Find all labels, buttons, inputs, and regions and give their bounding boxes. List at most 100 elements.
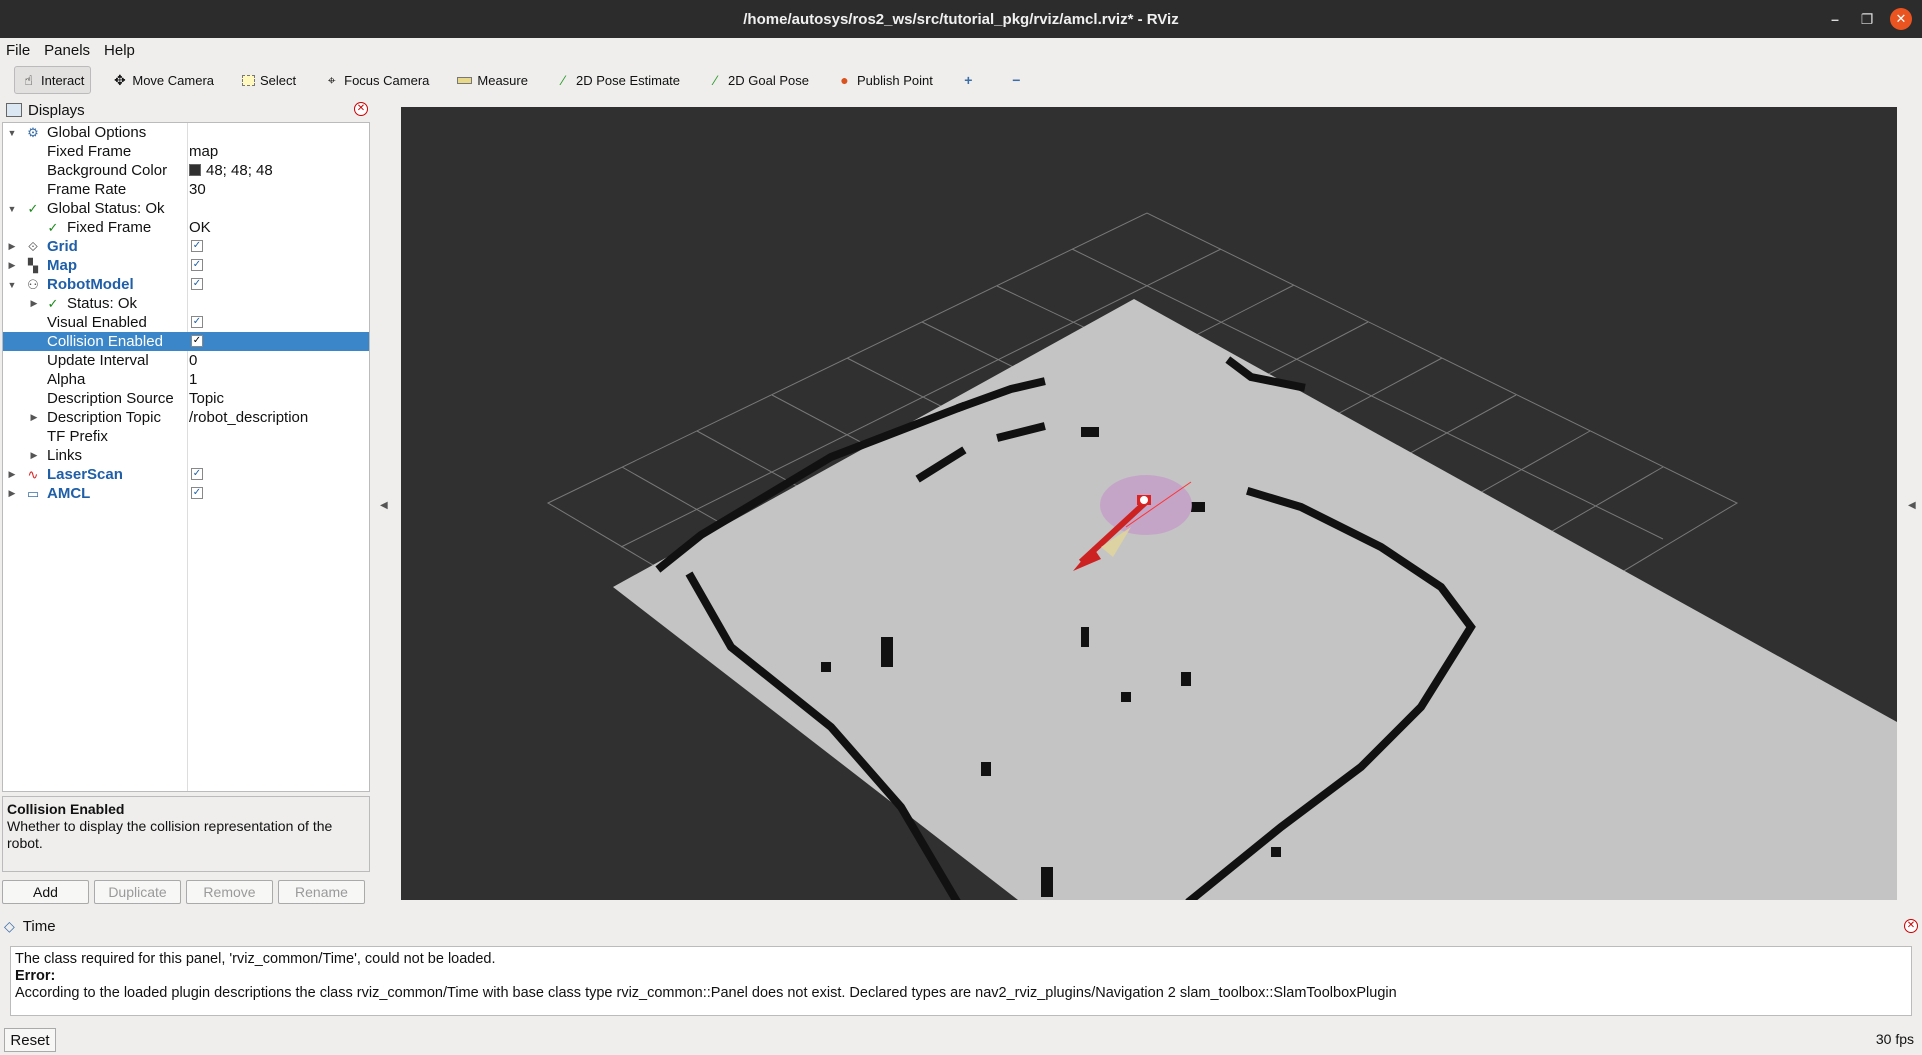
map-pin-icon: ● (840, 71, 849, 88)
tree-row-alpha[interactable]: Alpha 1 (3, 370, 369, 389)
description-title: Collision Enabled (7, 801, 125, 817)
green-arrow-icon: ⁄ (714, 71, 717, 88)
fps-counter: 30 fps (1875, 1031, 1914, 1047)
tree-row-status-fixed-frame[interactable]: ✓ Fixed Frame OK (3, 218, 369, 237)
displays-header: Displays ✕ (2, 100, 370, 120)
tree-row-robot-model[interactable]: ▼ ⚇ RobotModel ✓ (3, 275, 369, 294)
visual-enabled-checkbox[interactable]: ✓ (191, 316, 203, 328)
chevron-down-icon[interactable]: ▼ (7, 128, 17, 138)
menu-bar: File Panels Help (0, 38, 1922, 62)
maximize-icon[interactable]: ❐ (1856, 8, 1878, 30)
tree-row-background-color[interactable]: Background Color 48; 48; 48 (3, 161, 369, 180)
plus-icon: + (964, 71, 973, 88)
minus-icon: − (1012, 71, 1021, 88)
chevron-right-icon[interactable]: ▶ (29, 298, 39, 309)
remove-tool-button[interactable]: − (1002, 66, 1036, 94)
select-button[interactable]: Select (235, 66, 303, 94)
chevron-right-icon[interactable]: ▶ (29, 450, 39, 461)
robot-icon: ⚇ (27, 276, 39, 292)
remove-button[interactable]: Remove (186, 880, 273, 904)
focus-icon: ⌖ (327, 71, 336, 88)
duplicate-button[interactable]: Duplicate (94, 880, 181, 904)
robot-model-checkbox[interactable]: ✓ (191, 278, 203, 290)
window-title: /home/autosys/ros2_ws/src/tutorial_pkg/r… (743, 10, 1179, 28)
focus-camera-button[interactable]: ⌖ Focus Camera (317, 66, 436, 94)
tree-row-fixed-frame[interactable]: Fixed Frame map (3, 142, 369, 161)
time-panel-message: The class required for this panel, 'rviz… (15, 951, 496, 967)
chevron-right-icon[interactable]: ▶ (7, 488, 17, 499)
tree-row-frame-rate[interactable]: Frame Rate 30 (3, 180, 369, 199)
tree-row-collision-enabled[interactable]: Collision Enabled ✓ (3, 332, 369, 351)
color-swatch (189, 164, 201, 176)
error-message: According to the loaded plugin descripti… (15, 985, 1397, 1001)
ruler-icon (457, 76, 473, 84)
tree-row-links[interactable]: ▶ Links (3, 446, 369, 465)
tree-row-laser-scan[interactable]: ▶ ∿ LaserScan ✓ (3, 465, 369, 484)
map-icon: ▚ (28, 257, 38, 273)
tree-row-tf-prefix[interactable]: TF Prefix (3, 427, 369, 446)
3d-viewport[interactable] (401, 107, 1897, 900)
tree-row-amcl[interactable]: ▶ ▭ AMCL ✓ (3, 484, 369, 503)
collapse-right-icon[interactable]: ◀ (1908, 500, 1916, 511)
check-icon: ✓ (47, 295, 59, 311)
property-description: Collision Enabled Whether to display the… (2, 796, 370, 872)
tree-row-global-status[interactable]: ▼ ✓ Global Status: Ok (3, 199, 369, 218)
rename-button[interactable]: Rename (278, 880, 365, 904)
menu-file[interactable]: File (6, 42, 30, 59)
chevron-right-icon[interactable]: ▶ (7, 260, 17, 271)
menu-panels[interactable]: Panels (44, 42, 90, 59)
displays-tree: ▼ ⚙ Global Options Fixed Frame map Backg… (2, 122, 370, 792)
hand-icon: ☝ (24, 71, 33, 88)
add-button[interactable]: Add (2, 880, 89, 904)
tree-row-grid[interactable]: ▶ ⟐ Grid ✓ (3, 237, 369, 256)
displays-panel: Displays ✕ ▼ ⚙ Global Options Fixed Fram… (2, 100, 370, 910)
description-text: Whether to display the collision represe… (7, 818, 333, 851)
tree-row-description-topic[interactable]: ▶ Description Topic /robot_description (3, 408, 369, 427)
collision-enabled-checkbox[interactable]: ✓ (191, 335, 203, 347)
close-icon[interactable]: ✕ (1904, 919, 1918, 933)
chevron-right-icon[interactable]: ▶ (7, 241, 17, 252)
amcl-checkbox[interactable]: ✓ (191, 487, 203, 499)
collapse-left-icon[interactable]: ◀ (380, 500, 388, 511)
pose-estimate-button[interactable]: ⁄ 2D Pose Estimate (549, 66, 687, 94)
tree-row-rm-status[interactable]: ▶ ✓ Status: Ok (3, 294, 369, 313)
minimize-icon[interactable]: – (1824, 8, 1846, 30)
chevron-right-icon[interactable]: ▶ (29, 412, 39, 423)
chevron-down-icon[interactable]: ▼ (7, 204, 17, 214)
tree-row-description-source[interactable]: Description Source Topic (3, 389, 369, 408)
add-tool-button[interactable]: + (954, 66, 988, 94)
select-icon (242, 74, 255, 86)
displays-buttons: Add Duplicate Remove Rename (2, 880, 370, 904)
tree-row-global-options[interactable]: ▼ ⚙ Global Options (3, 123, 369, 142)
interact-button[interactable]: ☝ Interact (14, 66, 92, 94)
move-camera-button[interactable]: ✥ Move Camera (105, 66, 221, 94)
close-icon[interactable]: ✕ (354, 102, 368, 116)
time-panel-body: The class required for this panel, 'rviz… (10, 946, 1912, 1016)
menu-help[interactable]: Help (104, 42, 135, 59)
goal-pose-button[interactable]: ⁄ 2D Goal Pose (701, 66, 816, 94)
close-icon[interactable]: ✕ (1890, 8, 1912, 30)
scene-render (401, 107, 1897, 900)
reset-button[interactable]: Reset (4, 1028, 56, 1052)
tree-row-update-interval[interactable]: Update Interval 0 (3, 351, 369, 370)
monitor-icon (6, 103, 22, 117)
chevron-right-icon[interactable]: ▶ (7, 469, 17, 480)
check-icon: ✓ (27, 200, 39, 216)
window-titlebar: /home/autosys/ros2_ws/src/tutorial_pkg/r… (0, 0, 1922, 38)
tree-row-visual-enabled[interactable]: Visual Enabled ✓ (3, 313, 369, 332)
laser-icon: ∿ (27, 466, 39, 482)
grid-icon: ⟐ (27, 238, 39, 254)
folder-icon: ▭ (26, 485, 40, 501)
chevron-down-icon[interactable]: ▼ (7, 280, 17, 290)
gear-icon: ⚙ (27, 124, 39, 140)
measure-button[interactable]: Measure (450, 66, 535, 94)
toolbar: ☝ Interact ✥ Move Camera Select ⌖ Focus Cam… (0, 62, 1922, 98)
map-checkbox[interactable]: ✓ (191, 259, 203, 271)
move-icon: ✥ (113, 71, 126, 88)
publish-point-button[interactable]: ● Publish Point (830, 66, 940, 94)
error-label: Error: (15, 968, 56, 984)
time-panel-header: ◇ Time ✕ (0, 916, 1922, 936)
grid-checkbox[interactable]: ✓ (191, 240, 203, 252)
tree-row-map[interactable]: ▶ ▚ Map ✓ (3, 256, 369, 275)
laser-scan-checkbox[interactable]: ✓ (191, 468, 203, 480)
